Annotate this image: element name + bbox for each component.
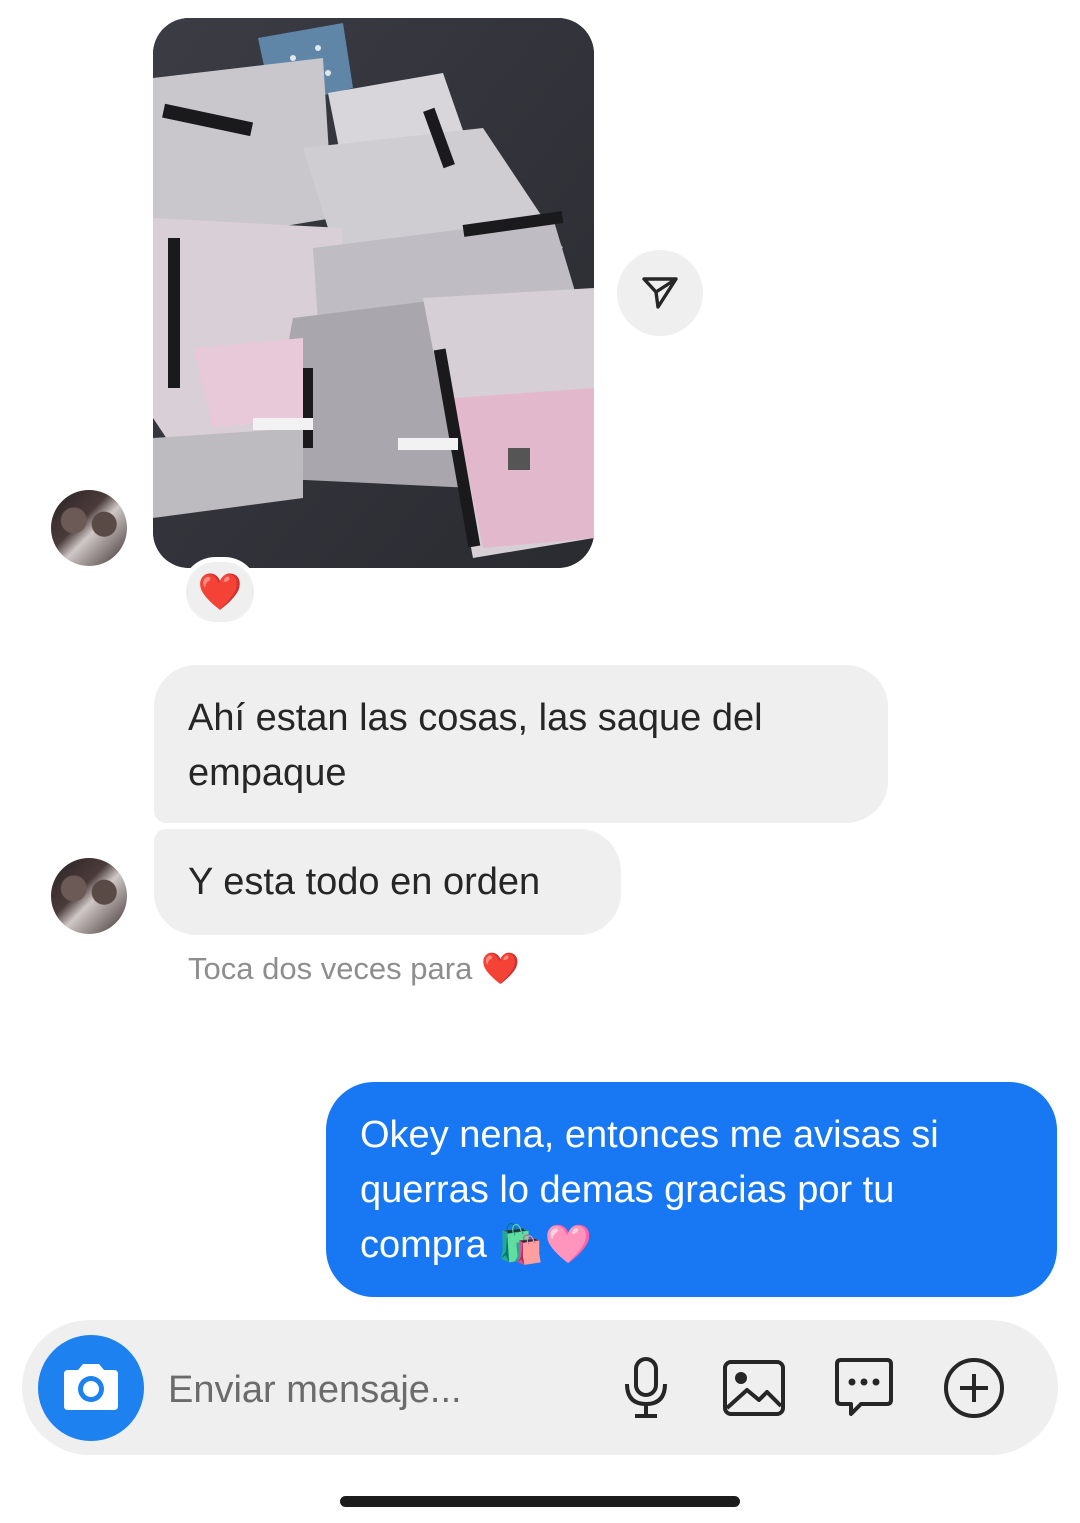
plus-icon	[944, 1358, 1004, 1418]
heart-reaction-icon: ❤️	[197, 571, 243, 612]
gallery-icon	[723, 1360, 785, 1416]
shared-photo-message[interactable]	[153, 18, 594, 568]
gallery-button[interactable]	[718, 1352, 790, 1424]
outgoing-message[interactable]: Okey nena, entonces me avisas si querras…	[326, 1082, 1057, 1297]
home-indicator	[340, 1496, 740, 1507]
send-icon	[642, 277, 678, 309]
sticker-button[interactable]	[828, 1352, 900, 1424]
incoming-message[interactable]: Ahí estan las cosas, las saque del empaq…	[154, 665, 888, 823]
camera-button[interactable]	[38, 1335, 144, 1441]
message-input[interactable]	[168, 1360, 588, 1420]
sticker-icon	[835, 1358, 893, 1416]
message-text: Ahí estan las cosas, las saque del empaq…	[188, 697, 763, 794]
more-button[interactable]	[938, 1352, 1010, 1424]
contact-avatar[interactable]	[51, 490, 127, 566]
camera-icon	[64, 1364, 118, 1410]
contact-avatar[interactable]	[51, 858, 127, 934]
message-text: Y esta todo en orden	[188, 861, 541, 903]
message-text: Okey nena, entonces me avisas si querras…	[360, 1114, 939, 1266]
double-tap-hint: Toca dos veces para ❤️	[188, 951, 520, 986]
incoming-message[interactable]: Y esta todo en orden	[154, 829, 621, 935]
reaction-badge[interactable]: ❤️	[181, 557, 259, 627]
share-button[interactable]	[617, 250, 703, 336]
microphone-icon	[625, 1357, 667, 1418]
microphone-button[interactable]	[610, 1352, 682, 1424]
photo-image	[153, 18, 594, 568]
